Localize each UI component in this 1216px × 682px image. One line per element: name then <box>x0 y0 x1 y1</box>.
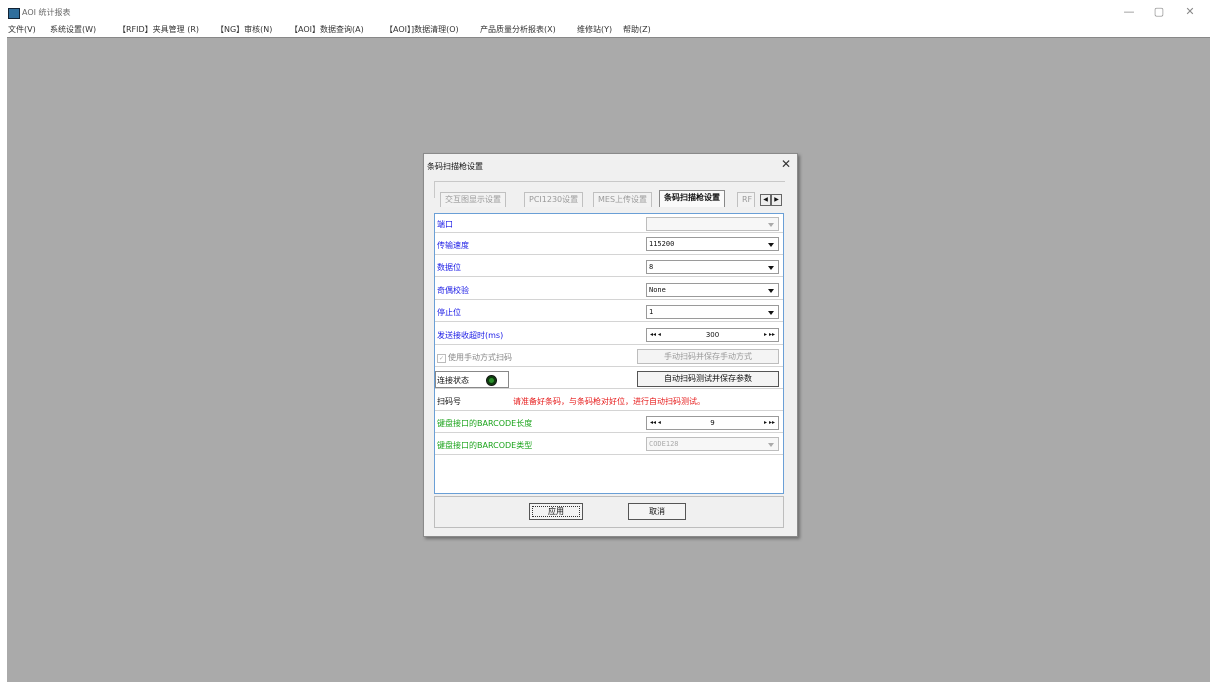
chevron-down-icon <box>768 289 774 293</box>
menu-quality-report[interactable]: 产品质量分析报表(X) <box>480 24 556 35</box>
tab-mes-upload[interactable]: MES上传设置 <box>593 192 653 207</box>
barcode-type-label: 键盘接口的BARCODE类型 <box>437 441 533 450</box>
barcode-type-value: CODE128 <box>649 440 679 448</box>
parity-value: None <box>649 286 666 294</box>
menu-ng-review[interactable]: 【NG】审核(N) <box>216 24 272 35</box>
menu-file[interactable]: 文件(V) <box>8 24 36 35</box>
barcode-length-label: 键盘接口的BARCODE长度 <box>437 419 533 428</box>
row-divider <box>435 321 783 322</box>
stop-bits-value: 1 <box>649 308 654 316</box>
row-divider <box>435 410 783 411</box>
row-divider <box>435 299 783 300</box>
menu-help[interactable]: 帮助(Z) <box>623 24 651 35</box>
stop-bits-select[interactable]: 1 <box>646 305 779 319</box>
auto-scan-test-button[interactable]: 自动扫码测试并保存参数 <box>637 371 779 387</box>
port-label: 端口 <box>437 220 453 229</box>
dialog-button-bar: 应用 取消 <box>434 496 784 528</box>
row-divider <box>435 344 783 345</box>
minimize-button[interactable]: — <box>1117 4 1141 20</box>
row-divider <box>435 232 783 233</box>
timeout-spinner[interactable]: ◂◂ ◂ 300 ▸ ▸▸ <box>646 328 779 342</box>
app-icon <box>8 8 20 19</box>
increment-icon[interactable]: ▸ ▸▸ <box>764 419 775 426</box>
timeout-value: 300 <box>705 331 720 339</box>
baud-rate-label: 传输速度 <box>437 241 469 250</box>
chevron-down-icon <box>768 266 774 270</box>
row-divider <box>435 366 783 367</box>
tab-display-settings[interactable]: 交互图显示设置 <box>440 192 506 207</box>
manual-scan-label: 使用手动方式扫码 <box>448 353 512 362</box>
status-led-icon <box>486 375 497 386</box>
scan-code-label: 扫码号 <box>437 397 461 406</box>
cancel-button[interactable]: 取消 <box>628 503 686 520</box>
timeout-label: 发送接收超时(ms) <box>437 331 504 340</box>
apply-button[interactable]: 应用 <box>529 503 583 520</box>
menu-rfid-fixture[interactable]: 【RFID】夹具管理 (R) <box>118 24 199 35</box>
increment-icon[interactable]: ▸ ▸▸ <box>764 331 775 338</box>
menu-repair-station[interactable]: 维修站(Y) <box>577 24 612 35</box>
barcode-length-spinner[interactable]: ◂◂ ◂ 9 ▸ ▸▸ <box>646 416 779 430</box>
row-divider <box>435 388 783 389</box>
row-divider <box>435 254 783 255</box>
baud-rate-select[interactable]: 115200 <box>646 237 779 251</box>
dialog-close-icon[interactable]: ✕ <box>781 157 791 171</box>
tab-scroll-right-icon[interactable]: ▶ <box>771 194 782 206</box>
tab-rf[interactable]: RF <box>737 192 755 207</box>
tab-scroll-left-icon[interactable]: ◀ <box>760 194 771 206</box>
restore-button[interactable]: ▢ <box>1147 4 1171 20</box>
parity-select[interactable]: None <box>646 283 779 297</box>
row-divider <box>435 454 783 455</box>
window-title: AOI 统计报表 <box>22 8 71 17</box>
data-bits-label: 数据位 <box>437 263 461 272</box>
parity-label: 奇偶校验 <box>437 286 469 295</box>
manual-scan-checkbox[interactable]: ✓ <box>437 354 446 363</box>
barcode-type-select[interactable]: CODE128 <box>646 437 779 451</box>
scan-instruction-message: 请准备好条码，与条码枪对好位，进行自动扫码测试。 <box>513 397 705 406</box>
window-titlebar: AOI 统计报表 — ▢ ✕ <box>0 0 1216 22</box>
menu-aoi-query[interactable]: 【AOI】数据查询(A) <box>290 24 364 35</box>
settings-panel: 端口 传输速度 115200 数据位 8 奇偶校验 None 停止位 1 发送接… <box>434 213 784 494</box>
connection-status-label: 连接状态 <box>437 376 469 385</box>
chevron-down-icon <box>768 223 774 227</box>
dialog-title: 条码扫描枪设置 <box>427 162 483 171</box>
menu-system-settings[interactable]: 系统设置(W) <box>50 24 96 35</box>
stop-bits-label: 停止位 <box>437 308 461 317</box>
menu-aoi-cleanup[interactable]: 【AOI】]数据清理(O) <box>385 24 459 35</box>
data-bits-value: 8 <box>649 263 654 271</box>
close-button[interactable]: ✕ <box>1178 4 1202 20</box>
barcode-scanner-settings-dialog: 条码扫描枪设置 ✕ 交互图显示设置 PCI1230设置 MES上传设置 条码扫描… <box>423 153 798 537</box>
chevron-down-icon <box>768 443 774 447</box>
baud-rate-value: 115200 <box>649 240 675 248</box>
row-divider <box>435 276 783 277</box>
tab-pci1230[interactable]: PCI1230设置 <box>524 192 584 207</box>
chevron-down-icon <box>768 243 774 247</box>
data-bits-select[interactable]: 8 <box>646 260 779 274</box>
tab-barcode-scanner[interactable]: 条码扫描枪设置 <box>659 190 725 207</box>
manual-scan-save-button[interactable]: 手动扫码并保存手动方式 <box>637 349 779 364</box>
menubar: 文件(V) 系统设置(W) 【RFID】夹具管理 (R) 【NG】审核(N) 【… <box>0 22 1216 36</box>
barcode-length-value: 9 <box>710 419 715 427</box>
row-divider <box>435 432 783 433</box>
port-select[interactable] <box>646 217 779 231</box>
chevron-down-icon <box>768 311 774 315</box>
